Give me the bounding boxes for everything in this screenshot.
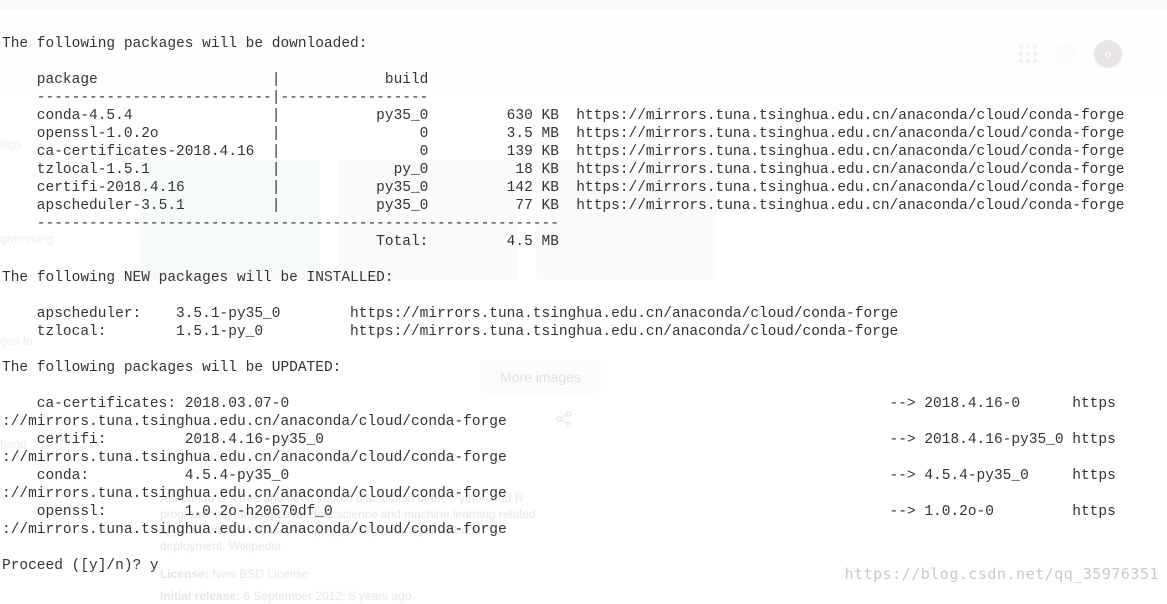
bg-release: Initial release: 6 September 2012; 5 yea… [160,588,412,604]
watermark: https://blog.csdn.net/qq_35976351 [844,565,1159,583]
terminal-output: The following packages will be downloade… [0,0,1167,575]
